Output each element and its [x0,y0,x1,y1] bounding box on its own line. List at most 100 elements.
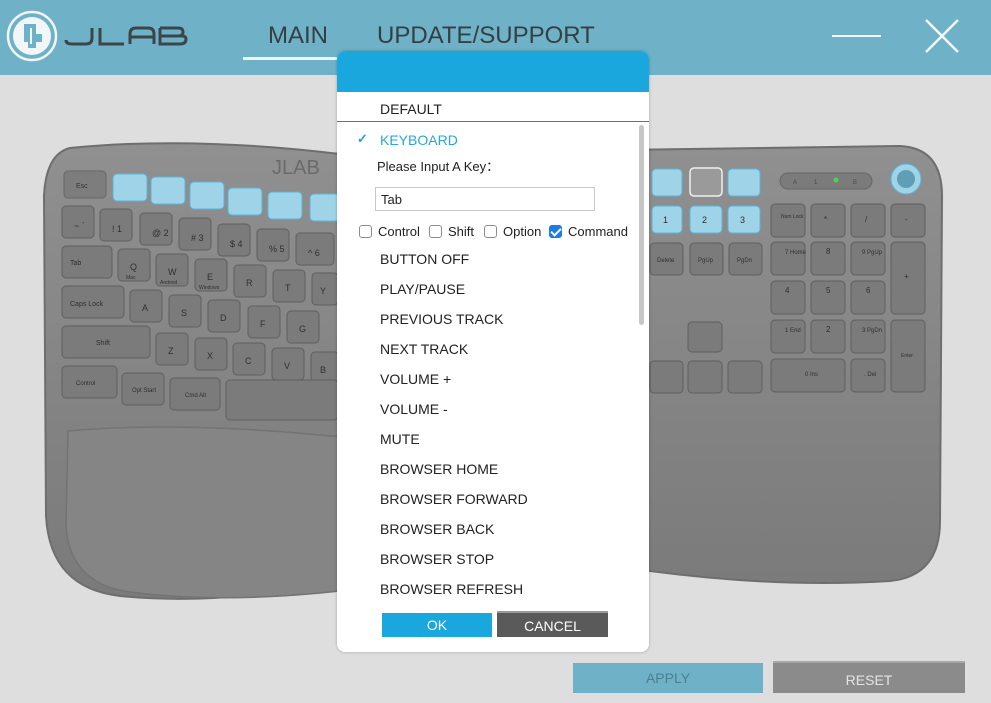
option-keyboard[interactable]: KEYBOARD [380,132,458,148]
modifier-shift[interactable]: Shift [429,224,474,239]
svg-text:A: A [793,180,797,186]
option-button-off[interactable]: BUTTON OFF [380,251,469,267]
key-input[interactable] [375,187,595,211]
jlab-round-button [890,163,922,195]
svg-text:1: 1 [663,215,668,225]
svg-text:S: S [181,308,187,318]
svg-text:Tab: Tab [70,260,81,267]
svg-text:PgDn: PgDn [737,258,752,264]
option-browser-home[interactable]: BROWSER HOME [380,461,498,477]
checkbox-shift[interactable] [429,225,442,238]
jlab-wordmark [64,26,188,46]
key-assign-dialog: DEFAULT ✓ KEYBOARD Please Input A Key： C… [337,51,649,652]
close-icon[interactable] [920,14,964,58]
svg-text:D: D [220,313,227,323]
svg-text:R: R [246,278,253,288]
option-next-track[interactable]: NEXT TRACK [380,341,468,357]
svg-text:! 1: ! 1 [112,224,122,234]
svg-text:+: + [904,272,909,281]
tab-update-support[interactable]: UPDATE/SUPPORT [377,22,595,50]
modifier-option-label: Option [503,224,542,239]
svg-text:A: A [142,303,148,313]
keyboard-brand: JLAB [272,157,320,179]
svg-text:Control: Control [76,381,95,387]
svg-text:^ 6: ^ 6 [308,248,320,258]
palm-rest-right [775,421,920,575]
ok-button[interactable]: OK [382,613,492,637]
svg-text:% 5: % 5 [269,244,285,254]
reset-button[interactable]: RESET [773,661,965,693]
minimize-icon[interactable] [826,24,886,48]
svg-text:Y: Y [320,286,326,296]
svg-text:9 PgUp: 9 PgUp [862,250,883,256]
modifier-command-label: Command [568,224,628,239]
option-browser-stop[interactable]: BROWSER STOP [380,551,494,567]
svg-text:0 Ins: 0 Ins [805,372,818,378]
svg-text:Enter: Enter [901,353,913,359]
svg-text:. Del: . Del [864,372,876,378]
svg-text:G: G [299,324,306,334]
svg-text:Esc: Esc [76,183,88,190]
svg-text:Cmd Alt: Cmd Alt [185,393,206,399]
svg-text:7 Home: 7 Home [785,250,807,256]
svg-text:Windows: Windows [199,285,220,291]
option-default[interactable]: DEFAULT [337,92,649,122]
svg-text:Z: Z [168,346,174,356]
list-scrollbar[interactable] [639,125,644,325]
svg-text:V: V [284,361,290,371]
svg-text:W: W [168,267,177,277]
checkmark-icon: ✓ [357,131,368,146]
cancel-button[interactable]: CANCEL [497,611,608,637]
svg-text:B: B [320,365,326,375]
dialog-header [337,51,649,92]
active-tab-indicator [243,57,339,60]
svg-text:T: T [285,283,291,293]
svg-text:Opt Start: Opt Start [132,388,156,394]
svg-text:3 PgDn: 3 PgDn [862,328,882,334]
svg-text:# 3: # 3 [191,233,204,243]
option-browser-refresh[interactable]: BROWSER REFRESH [380,581,523,597]
svg-text:E: E [207,272,213,282]
modifier-option[interactable]: Option [484,224,541,239]
modifier-control-label: Control [378,224,420,239]
option-play-pause[interactable]: PLAY/PAUSE [380,281,465,297]
svg-text:1 End: 1 End [785,328,801,334]
checkbox-command[interactable] [549,225,562,238]
svg-text:2: 2 [702,215,707,225]
svg-text:Android: Android [160,280,177,286]
option-previous-track[interactable]: PREVIOUS TRACK [380,311,503,327]
svg-text:-: - [905,215,908,224]
modifier-shift-label: Shift [448,224,475,239]
modifier-control[interactable]: Control [359,224,420,239]
svg-text:2: 2 [826,325,831,334]
option-browser-back[interactable]: BROWSER BACK [380,521,494,537]
option-browser-forward[interactable]: BROWSER FORWARD [380,491,528,507]
option-volume-down[interactable]: VOLUME - [380,401,448,417]
checkbox-option[interactable] [484,225,497,238]
svg-text:@ 2: @ 2 [152,228,169,238]
svg-text:X: X [207,351,213,361]
tab-main[interactable]: MAIN [268,22,328,50]
palm-rest [65,426,341,599]
option-volume-up[interactable]: VOLUME + [380,371,451,387]
svg-text:Shift: Shift [96,340,110,347]
svg-text:PgUp: PgUp [698,258,714,264]
option-mute[interactable]: MUTE [380,431,420,447]
svg-text:$ 4: $ 4 [230,239,243,249]
jlab-logo-icon [6,10,58,62]
apply-button[interactable]: APPLY [573,663,763,693]
svg-text:~ `: ~ ` [74,221,85,231]
svg-text:Caps Lock: Caps Lock [70,301,104,308]
svg-text:4: 4 [785,286,790,295]
svg-text:5: 5 [826,286,831,295]
svg-text:C: C [245,356,252,366]
modifier-command[interactable]: Command [549,224,628,239]
led-indicators: A 1 B [779,172,873,190]
svg-text:3: 3 [740,215,745,225]
svg-text:B: B [853,180,857,186]
svg-text:Mac: Mac [126,275,136,281]
svg-text:Num Lock: Num Lock [781,214,804,220]
option-list[interactable]: ✓ KEYBOARD Please Input A Key： Control S… [337,123,649,605]
checkbox-control[interactable] [359,225,372,238]
svg-text:Q: Q [130,262,137,272]
